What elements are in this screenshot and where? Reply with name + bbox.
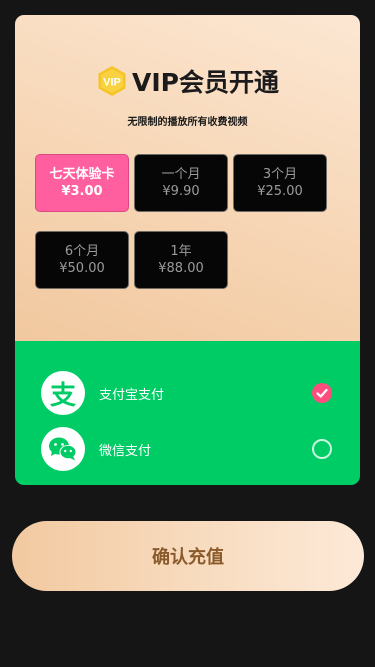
vip-badge-text: VIP: [103, 77, 121, 89]
radio-checked-icon[interactable]: [312, 383, 332, 403]
title-row: VIP VIP会员开通: [15, 63, 360, 99]
plan-price: ¥88.00: [158, 261, 204, 276]
plan-name: 3个月: [262, 167, 298, 182]
payment-label: 微信支付: [99, 443, 152, 459]
plan-option-3month[interactable]: 3个月 ¥25.00: [233, 154, 327, 212]
plan-option-1year[interactable]: 1年 ¥88.00: [134, 231, 228, 289]
payment-methods: 支 支付宝支付 微信支付: [15, 341, 360, 485]
plan-price: ¥3.00: [61, 184, 103, 199]
alipay-icon: 支: [41, 371, 85, 415]
plan-name: 6个月: [64, 244, 100, 259]
plan-option-6month[interactable]: 6个月 ¥50.00: [35, 231, 129, 289]
plan-name: 一个月: [161, 167, 201, 182]
plan-name: 七天体验卡: [49, 167, 115, 182]
vip-recharge-screen: VIP VIP会员开通 无限制的播放所有收费视频 七天体验卡 ¥3.00 一个月…: [0, 0, 375, 667]
plan-name: 1年: [170, 244, 192, 259]
alipay-glyph: 支: [49, 380, 76, 411]
plan-price: ¥50.00: [59, 261, 105, 276]
wechat-icon: [41, 427, 85, 471]
payment-option-alipay[interactable]: 支 支付宝支付: [15, 371, 360, 415]
plan-option-1month[interactable]: 一个月 ¥9.90: [134, 154, 228, 212]
payment-label: 支付宝支付: [99, 387, 165, 403]
radio-unchecked-icon[interactable]: [312, 439, 332, 459]
payment-option-wechat[interactable]: 微信支付: [15, 427, 360, 471]
wechat-bubbles-icon: [49, 437, 77, 461]
page-subtitle: 无限制的播放所有收费视频: [127, 117, 248, 128]
plan-option-7day[interactable]: 七天体验卡 ¥3.00: [35, 154, 129, 212]
vip-badge-icon: VIP: [98, 66, 126, 96]
vip-card: VIP VIP会员开通 无限制的播放所有收费视频 七天体验卡 ¥3.00 一个月…: [15, 15, 360, 485]
checkmark-icon: [316, 388, 328, 398]
confirm-recharge-button[interactable]: 确认充值: [12, 521, 364, 591]
plan-price: ¥9.90: [162, 184, 200, 199]
plan-section: VIP VIP会员开通 无限制的播放所有收费视频 七天体验卡 ¥3.00 一个月…: [15, 15, 360, 341]
page-title: VIP会员开通: [132, 68, 279, 97]
plan-price: ¥25.00: [257, 184, 303, 199]
